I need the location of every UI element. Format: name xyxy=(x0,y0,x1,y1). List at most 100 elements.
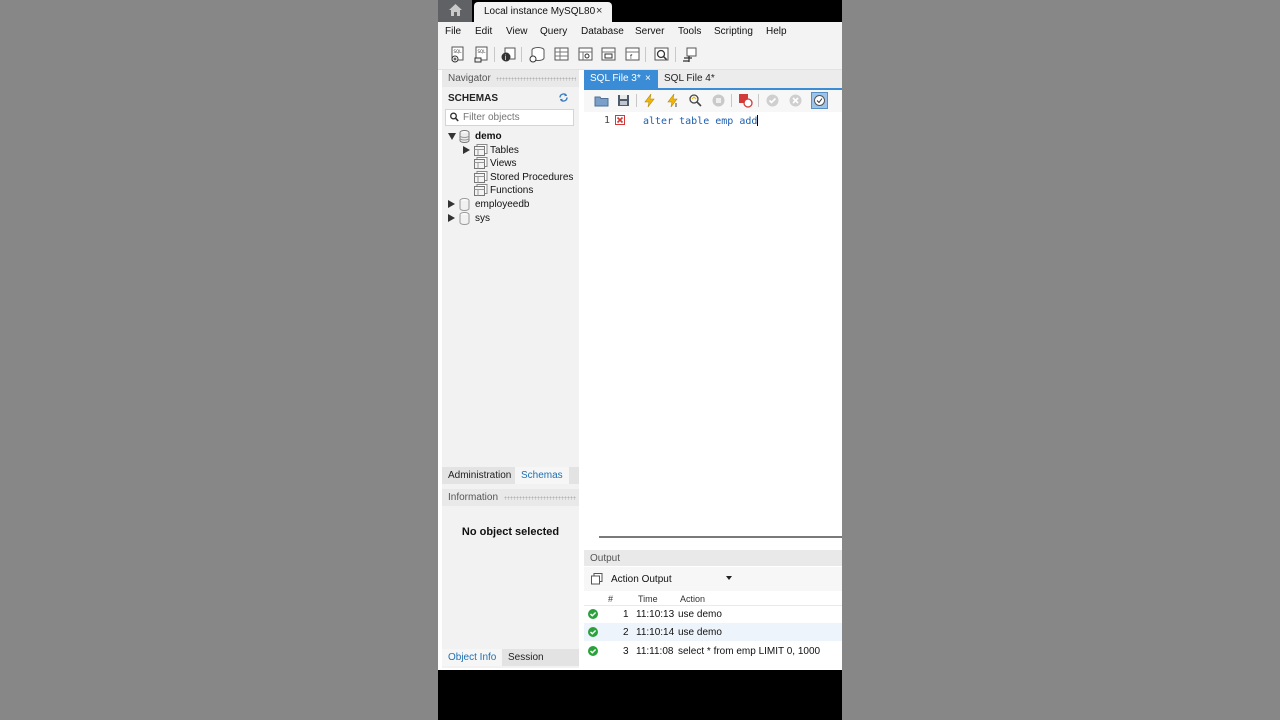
schema-sys[interactable]: sys xyxy=(442,212,579,225)
reconnect-icon[interactable] xyxy=(681,46,698,63)
toolbar-separator xyxy=(494,47,495,62)
commit-icon[interactable] xyxy=(765,93,780,108)
tab-sql-file-3[interactable]: SQL File 3* × xyxy=(584,70,658,88)
panel-grip[interactable] xyxy=(496,77,576,81)
tab-sql-file-4[interactable]: SQL File 4* xyxy=(664,70,724,88)
home-button[interactable] xyxy=(438,0,472,22)
close-icon[interactable]: × xyxy=(645,70,651,88)
row-time: 11:11:08 xyxy=(636,646,674,657)
function-folder-icon xyxy=(474,184,488,196)
schemas-label: SCHEMAS xyxy=(448,93,499,104)
schema-demo[interactable]: demo xyxy=(442,130,579,143)
filter-objects-input[interactable] xyxy=(463,110,568,125)
folder-open-icon[interactable] xyxy=(594,93,609,108)
open-sql-script-icon[interactable]: SQL xyxy=(473,46,490,63)
sql-code-text: alter table emp add xyxy=(643,116,758,127)
output-panel: Output Action Output # Time Action 1 11:… xyxy=(584,550,842,668)
schema-name: sys xyxy=(475,213,490,224)
navigator-title: Navigator xyxy=(448,73,491,84)
menu-edit[interactable]: Edit xyxy=(475,26,492,37)
menu-scripting[interactable]: Scripting xyxy=(714,26,753,37)
expand-arrow-icon[interactable] xyxy=(448,214,455,222)
stop-icon[interactable] xyxy=(711,93,726,108)
explain-icon[interactable] xyxy=(688,93,703,108)
database-icon xyxy=(459,198,470,211)
editor-splitter[interactable] xyxy=(599,536,842,538)
text-caret xyxy=(757,115,759,126)
execute-icon[interactable] xyxy=(642,93,657,108)
toolbar-separator xyxy=(636,94,637,107)
tree-item-tables[interactable]: Tables xyxy=(442,144,579,157)
row-number: 3 xyxy=(623,646,629,657)
tree-label: Tables xyxy=(490,145,519,156)
sql-code-line[interactable]: alter table emp add xyxy=(643,115,759,127)
menu-view[interactable]: View xyxy=(506,26,528,37)
schema-name: demo xyxy=(475,131,502,142)
row-time: 11:10:13 xyxy=(636,609,675,620)
information-title: Information xyxy=(448,492,499,503)
information-header: Information xyxy=(442,489,579,506)
schema-name: employeedb xyxy=(475,199,530,210)
table-folder-icon xyxy=(474,144,488,156)
tab-label: SQL File 4* xyxy=(664,73,715,84)
tree-label: Functions xyxy=(490,185,534,196)
tree-label: Views xyxy=(490,158,517,169)
refresh-icon[interactable] xyxy=(558,92,569,103)
menu-help[interactable]: Help xyxy=(766,26,787,37)
create-view-icon[interactable] xyxy=(577,46,594,63)
editor-tabs: SQL File 3* × SQL File 4* xyxy=(584,70,842,90)
menu-tools[interactable]: Tools xyxy=(678,26,701,37)
chevron-down-icon[interactable] xyxy=(726,576,732,580)
panel-grip[interactable] xyxy=(504,496,576,500)
menu-server[interactable]: Server xyxy=(635,26,664,37)
collapse-arrow-icon[interactable] xyxy=(448,133,456,140)
tab-object-info[interactable]: Object Info xyxy=(442,649,503,666)
svg-text:i: i xyxy=(505,54,507,62)
instance-tab[interactable]: Local instance MySQL80 × xyxy=(474,2,612,22)
toggle-error-icon[interactable] xyxy=(738,93,753,108)
save-icon[interactable] xyxy=(616,93,631,108)
row-number: 2 xyxy=(623,627,629,638)
database-icon xyxy=(459,130,470,143)
expand-arrow-icon[interactable] xyxy=(448,200,455,208)
menu-file[interactable]: File xyxy=(445,26,461,37)
toolbar-separator xyxy=(645,47,646,62)
new-sql-tab-icon[interactable]: SQL xyxy=(450,46,467,63)
svg-text:SQL: SQL xyxy=(478,49,487,54)
output-selector[interactable]: Action Output xyxy=(584,567,842,591)
tree-item-stored-procedures[interactable]: Stored Procedures xyxy=(442,171,579,184)
title-bar: Local instance MySQL80 × xyxy=(438,0,842,22)
toolbar-separator xyxy=(521,47,522,62)
tree-item-functions[interactable]: Functions xyxy=(442,184,579,197)
search-table-data-icon[interactable] xyxy=(653,46,670,63)
create-schema-icon[interactable] xyxy=(529,46,546,63)
rollback-icon[interactable] xyxy=(788,93,803,108)
menu-database[interactable]: Database xyxy=(581,26,624,37)
information-tabs: Object Info Session xyxy=(442,649,579,666)
table-row[interactable]: 2 11:10:14 use demo xyxy=(584,623,842,641)
tree-item-views[interactable]: Views xyxy=(442,157,579,170)
tab-administration[interactable]: Administration xyxy=(442,467,517,484)
create-procedure-icon[interactable] xyxy=(600,46,617,63)
success-icon xyxy=(588,609,598,619)
navigator-tabs: Administration Schemas xyxy=(442,467,579,484)
table-row[interactable]: 1 11:10:13 use demo xyxy=(584,605,842,623)
execute-current-icon[interactable] xyxy=(665,93,680,108)
schema-employeedb[interactable]: employeedb xyxy=(442,198,579,211)
create-table-icon[interactable] xyxy=(553,46,570,63)
menu-query[interactable]: Query xyxy=(540,26,567,37)
instance-tab-label: Local instance MySQL80 xyxy=(484,6,596,17)
autocommit-toggle-icon[interactable] xyxy=(811,92,828,109)
copy-output-icon[interactable] xyxy=(591,573,603,585)
expand-arrow-icon[interactable] xyxy=(463,146,470,154)
table-row[interactable]: 3 11:11:08 select * from emp LIMIT 0, 10… xyxy=(584,642,842,660)
tab-session[interactable]: Session xyxy=(502,649,550,666)
tab-schemas[interactable]: Schemas xyxy=(515,467,569,484)
view-folder-icon xyxy=(474,157,488,169)
search-icon xyxy=(450,112,459,122)
menu-bar: File Edit View Query Database Server Too… xyxy=(438,22,842,41)
close-icon[interactable]: × xyxy=(596,5,602,17)
column-number: # xyxy=(608,594,614,604)
create-function-icon[interactable]: f xyxy=(624,46,641,63)
inspector-icon[interactable]: i xyxy=(500,46,517,63)
